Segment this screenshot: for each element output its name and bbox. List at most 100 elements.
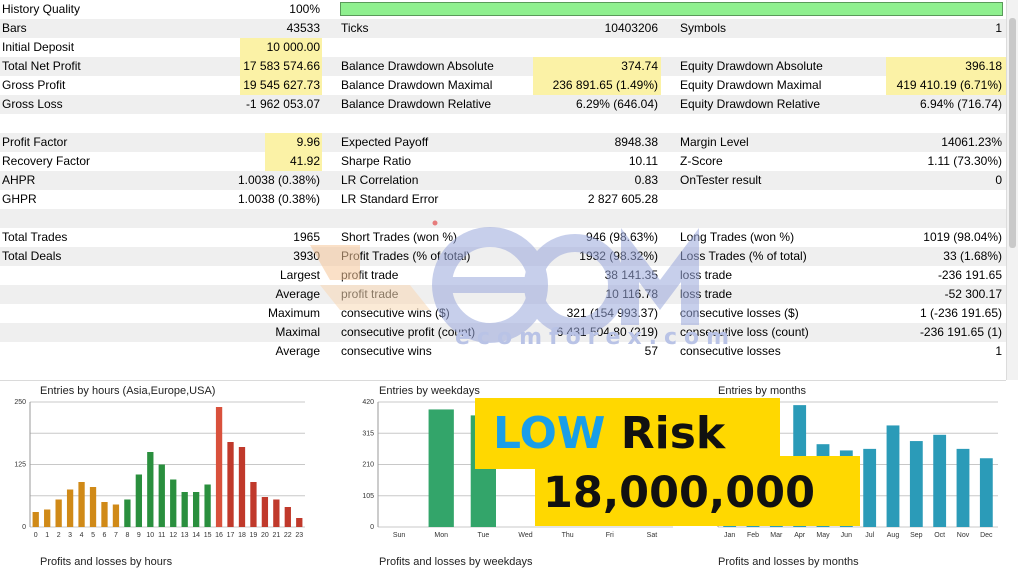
report-a-value: 19 545 627.73	[243, 78, 320, 92]
report-a-value: -1 962 053.07	[245, 97, 320, 111]
report-a-value: Average	[275, 287, 320, 301]
chart-footer: Profits and losses by hours	[40, 556, 173, 568]
x-tick-label: 15	[204, 532, 212, 539]
x-tick-label: Jan	[724, 532, 735, 539]
report-a-value: Maximal	[275, 325, 320, 339]
report-row: Profit Factor 9.96 Expected Payoff 8948.38 M…	[0, 133, 1006, 152]
x-tick-label: 4	[80, 532, 84, 539]
x-tick-label: Sun	[393, 532, 406, 539]
report-c-value: 33 (1.68%)	[943, 249, 1002, 263]
x-tick-label: 23	[295, 532, 303, 539]
report-c-value: 1019 (98.04%)	[923, 230, 1002, 244]
bar-14	[192, 492, 200, 527]
report-c-value: 0	[995, 173, 1002, 187]
x-tick-label: 3	[68, 532, 72, 539]
x-tick-label: Nov	[957, 532, 970, 539]
chart-plot: 25012500 1 2 3 4 5 6 7 8 9 10 11 12 13 14 15 16 17 18 19 20 2…	[14, 399, 305, 539]
report-b-value: 2 827 605.28	[587, 192, 658, 206]
report-c-value: -52 300.17	[944, 287, 1002, 301]
x-tick-label: 18	[238, 532, 246, 539]
bar-6	[101, 502, 108, 527]
x-tick-label: 0	[34, 532, 38, 539]
x-tick-label: Dec	[980, 532, 993, 539]
report-c-value: 1.11 (73.30%)	[927, 154, 1003, 168]
y-tick-label: 0	[370, 524, 374, 531]
x-tick-label: 13	[181, 532, 189, 539]
bar-22	[284, 507, 291, 527]
x-tick-label: Jun	[841, 532, 852, 539]
report-b-value: 8948.38	[614, 135, 658, 149]
bar-Dec	[979, 458, 993, 527]
report-a-value: Average	[275, 344, 320, 358]
report-c-value: 6.94% (716.74)	[919, 97, 1002, 111]
x-tick-label: 11	[158, 532, 165, 539]
bar-10	[147, 452, 154, 527]
y-tick-label: 0	[22, 524, 26, 531]
x-tick-label: 10	[146, 532, 154, 539]
report-row: GHPR 1.0038 (0.38%) LR Standard Error 2 827…	[0, 190, 1006, 209]
report-row: AHPR 1.0038 (0.38%) LR Correlation 0.83 OnTe…	[0, 171, 1006, 190]
x-tick-label: 12	[169, 532, 177, 539]
report-row	[0, 114, 1006, 133]
report-c-value: 396.18	[965, 59, 1002, 73]
banner-risk-word: Risk	[620, 408, 726, 459]
bar-15	[204, 484, 211, 527]
bar-16	[215, 407, 223, 527]
report-a-value: 3930	[293, 249, 320, 263]
history-quality-bar	[340, 2, 1003, 16]
banner-low-word: LOW	[493, 408, 606, 459]
bar-7	[112, 504, 120, 527]
report-a-value: 41.92	[289, 154, 320, 168]
x-tick-label: 7	[114, 532, 118, 539]
bar-11	[158, 464, 165, 527]
x-tick-label: Tue	[477, 532, 489, 539]
report-a-value: 9.96	[296, 135, 320, 149]
chart-footer: Profits and losses by months	[718, 556, 859, 568]
x-tick-label: Wed	[518, 532, 532, 539]
x-tick-label: 21	[272, 532, 280, 539]
report-a-value: 1.0038 (0.38%)	[237, 192, 320, 206]
y-tick-label: 250	[14, 399, 26, 406]
report-a-value: 1965	[293, 230, 320, 244]
x-tick-label: 14	[192, 532, 200, 539]
report-row: Initial Deposit 10 000.00	[0, 38, 1006, 57]
report-a-value: 43533	[286, 21, 320, 35]
report-row: Gross Loss -1 962 053.07 Balance Drawdown …	[0, 95, 1006, 114]
x-tick-label: Mon	[434, 532, 448, 539]
x-tick-label: Jul	[865, 532, 874, 539]
charts-divider	[0, 380, 1006, 381]
x-tick-label: 16	[215, 532, 223, 539]
bar-12	[170, 479, 177, 527]
report-a-value: 1.0038 (0.38%)	[237, 173, 320, 187]
x-tick-label: 19	[250, 532, 258, 539]
bar-Nov	[956, 448, 970, 527]
chart-entries-by-hours: Entries by hours (Asia,Europe,USA) 250 12…	[0, 382, 330, 568]
x-tick-label: 9	[137, 532, 141, 539]
x-tick-label: May	[816, 532, 830, 539]
x-tick-label: Sep	[910, 532, 923, 539]
chart-footer: Profits and losses by weekdays	[379, 556, 533, 568]
bar-Aug	[886, 425, 900, 527]
bar-Oct	[933, 434, 947, 527]
bar-9	[135, 474, 143, 527]
vertical-scrollbar[interactable]	[1006, 0, 1018, 380]
bar-23	[296, 518, 303, 527]
report-b-value: 374.74	[621, 59, 658, 73]
x-tick-label: 22	[284, 532, 292, 539]
bar-17	[227, 442, 234, 527]
y-tick-label: 125	[14, 462, 26, 469]
x-tick-label: Oct	[934, 532, 945, 539]
report-row: Bars 43533 Ticks 10403206 Symbols 1	[0, 19, 1006, 38]
report-c-value: 419 410.19 (6.71%)	[896, 78, 1002, 92]
bar-Sep	[909, 441, 923, 527]
y-tick-label: 420	[362, 399, 374, 406]
x-tick-label: Apr	[794, 532, 806, 539]
report-row: Recovery Factor 41.92 Sharpe Ratio 10.11 Z-S…	[0, 152, 1006, 171]
report-b-value: 10403206	[604, 21, 658, 35]
report-b-value: 10.11	[628, 154, 658, 168]
y-tick-label: 105	[362, 493, 374, 500]
report-row: Total Net Profit 17 583 574.66 Balance Dra…	[0, 57, 1006, 76]
scrollbar-thumb[interactable]	[1009, 18, 1016, 248]
x-tick-label: 8	[125, 532, 129, 539]
report-a-value: 10 000.00	[266, 40, 320, 54]
